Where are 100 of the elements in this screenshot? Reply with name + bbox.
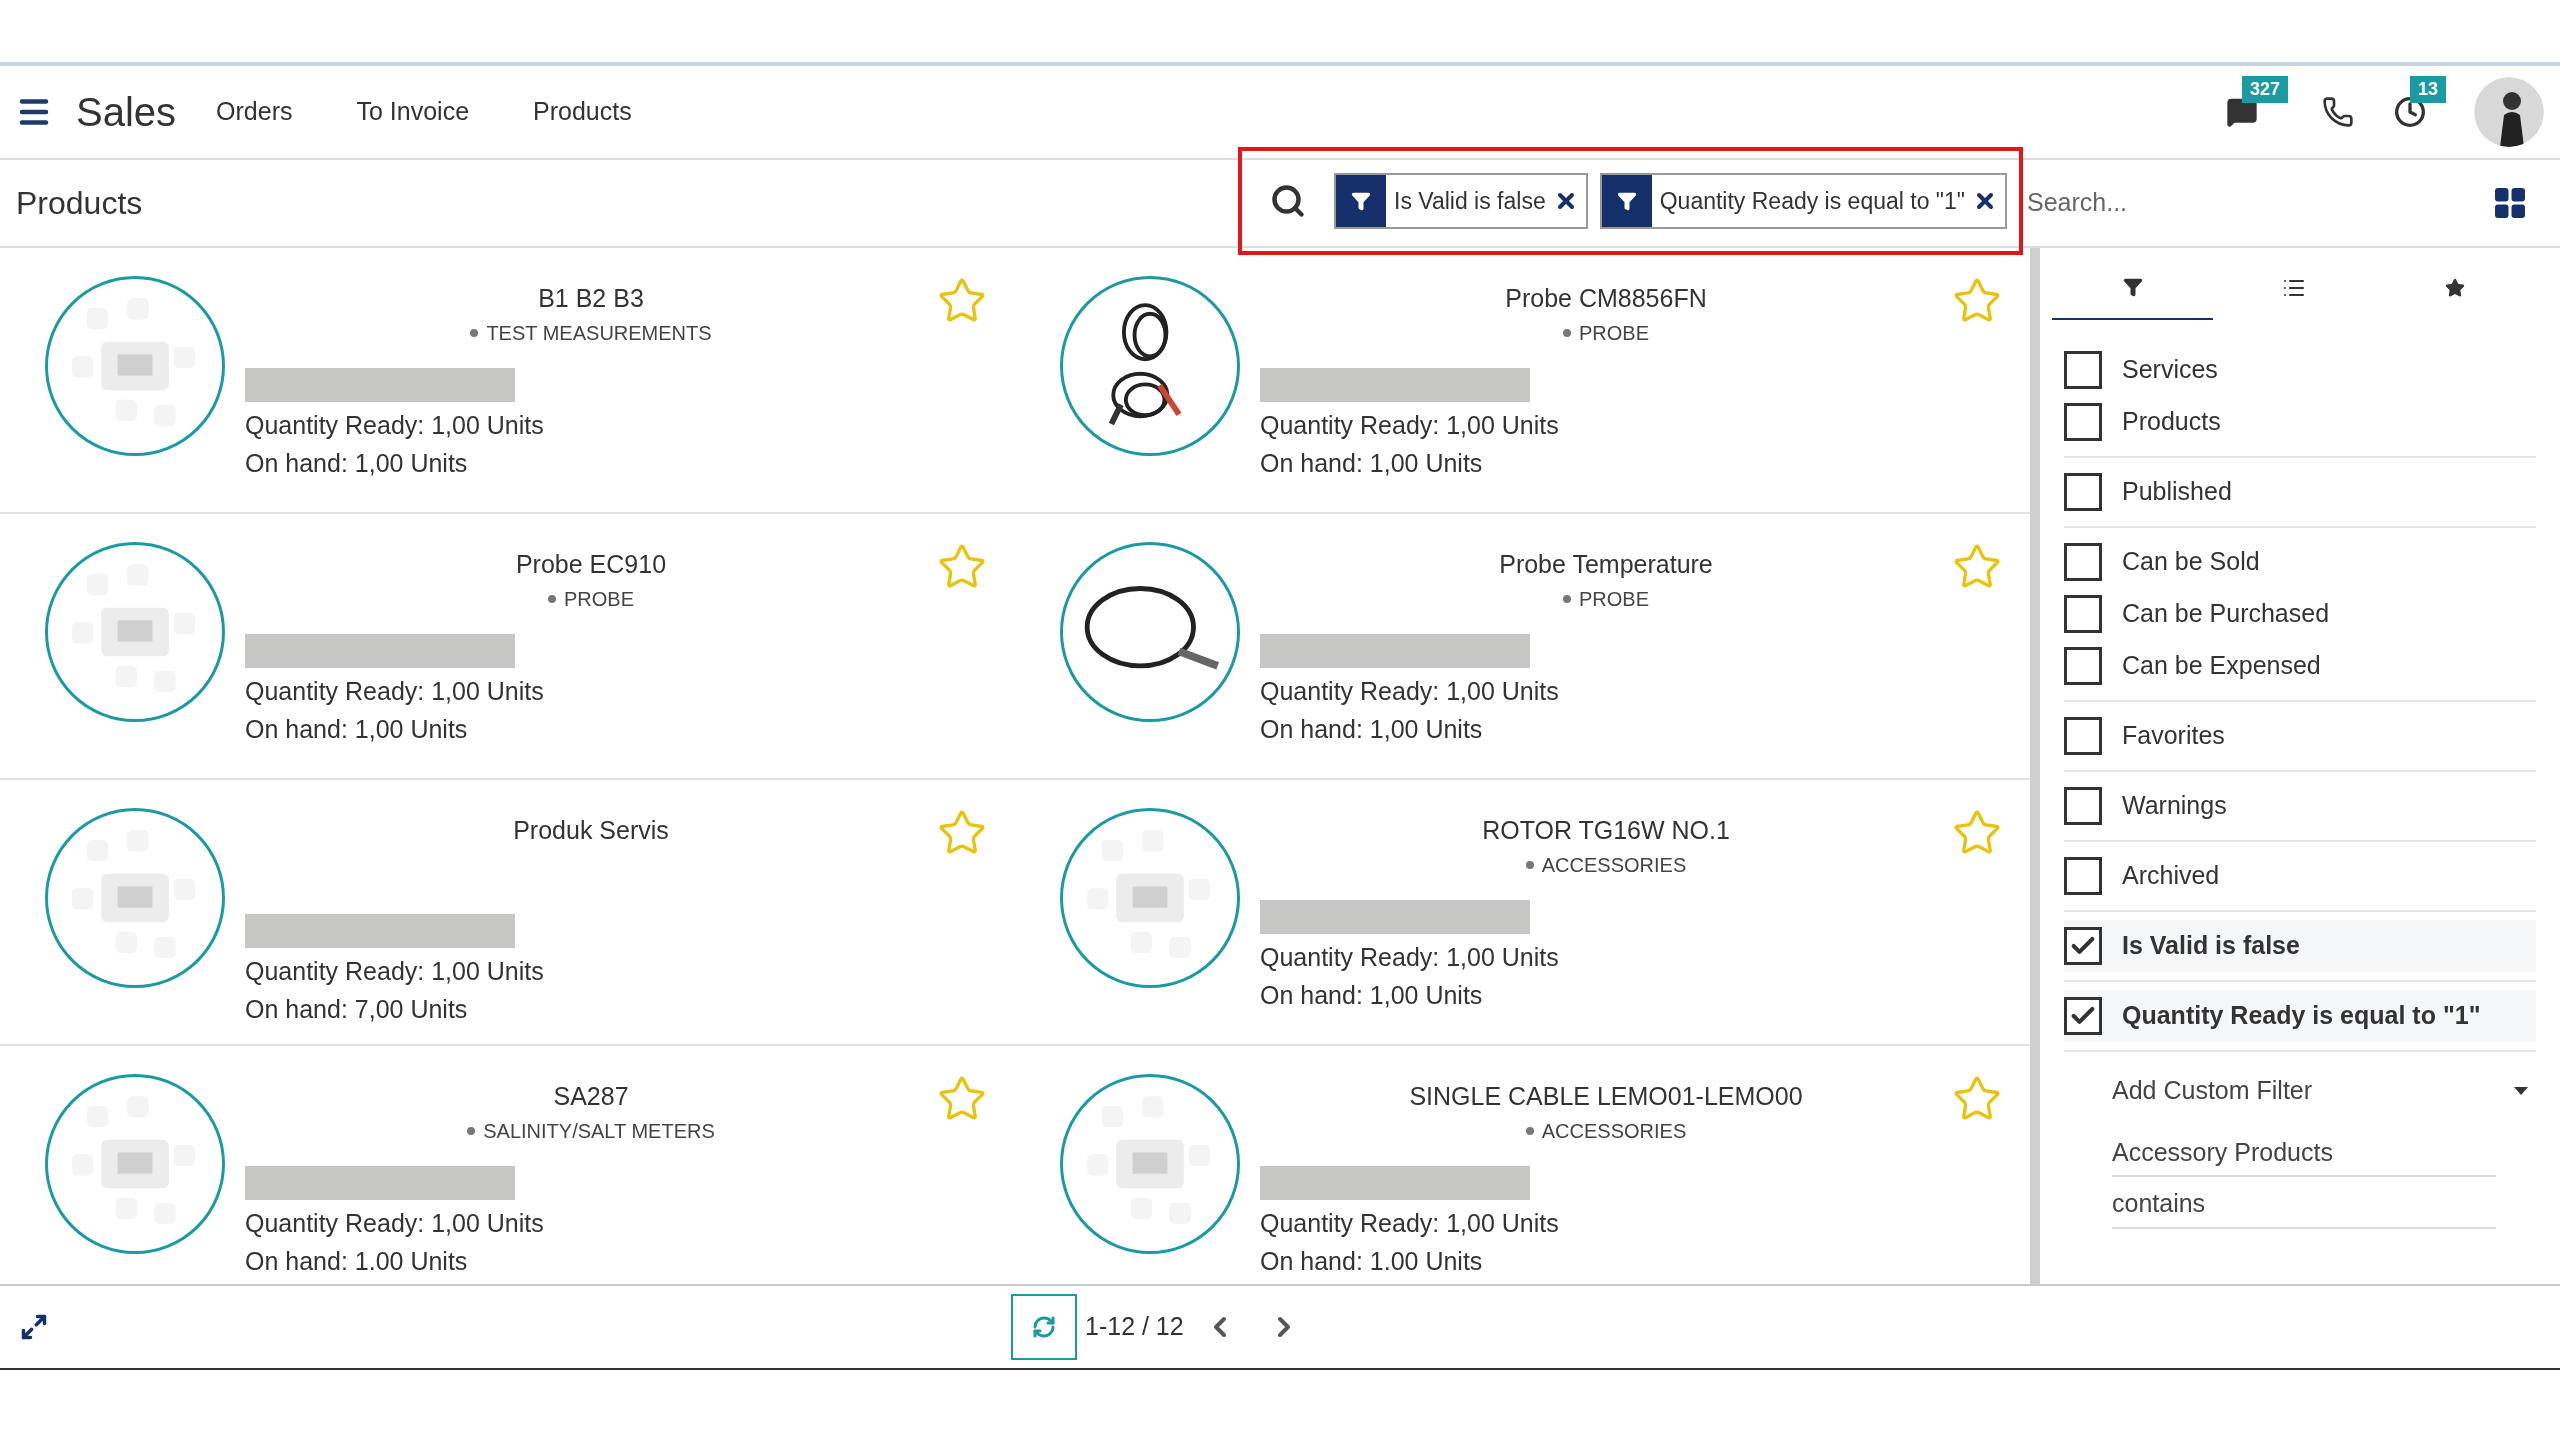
product-category: ACCESSORIES <box>1525 1115 1687 1146</box>
phone-icon[interactable] <box>2322 96 2354 128</box>
expand-icon[interactable] <box>20 1313 48 1341</box>
facet-label: Quantity Ready is equal to "1" <box>1658 186 1966 216</box>
product-category: TEST MEASUREMENTS <box>470 317 712 348</box>
checkbox[interactable] <box>2064 997 2102 1035</box>
product-card[interactable]: SINGLE CABLE LEMO01-LEMO00 ACCESSORIES Quantity Ready: 1,00 Units On hand: 1.00 Units <box>1015 1046 2030 1284</box>
filter-option[interactable]: Products <box>2064 396 2536 448</box>
on-hand: On hand: 1,00 Units <box>1260 713 1484 745</box>
product-name: SINGLE CABLE LEMO01-LEMO00 <box>1409 1081 1803 1112</box>
chat-icon[interactable] <box>2226 96 2258 128</box>
refresh-icon <box>1032 1315 1056 1339</box>
checkbox[interactable] <box>2064 857 2102 895</box>
checkbox[interactable] <box>2064 927 2102 965</box>
filter-facet[interactable]: Quantity Ready is equal to "1" <box>1599 173 2007 229</box>
product-card[interactable]: Probe Temperature PROBE Quantity Ready: 1,00 Units On hand: 1,00 Units <box>1015 514 2030 780</box>
on-hand: On hand: 7,00 Units <box>245 994 469 1025</box>
product-name: ROTOR TG16W NO.1 <box>1482 815 1730 846</box>
filter-icon <box>2122 277 2143 297</box>
quantity-ready: Quantity Ready: 1,00 Units <box>1260 675 1560 707</box>
app-name: Sales <box>76 89 177 136</box>
nav-menu-link[interactable]: Products <box>533 93 632 131</box>
filter-option-label: Archived <box>2122 860 2220 892</box>
filter-option-label: Services <box>2122 354 2218 386</box>
search-icon[interactable] <box>1270 183 1306 219</box>
search-field[interactable]: Search... <box>2027 184 2492 222</box>
filter-option-label: Can be Purchased <box>2122 598 2330 630</box>
caret-icon[interactable] <box>2514 1086 2528 1095</box>
product-card[interactable]: ROTOR TG16W NO.1 ACCESSORIES Quantity Ready: 1,00 Units On hand: 1,00 Units <box>1015 780 2030 1046</box>
checkbox[interactable] <box>2064 595 2102 633</box>
product-category: ACCESSORIES <box>1525 849 1687 880</box>
checkbox[interactable] <box>2064 717 2102 755</box>
star-icon <box>2445 278 2466 298</box>
quantity-ready: Quantity Ready: 1,00 Units <box>1260 941 1560 973</box>
checkbox[interactable] <box>2064 787 2102 825</box>
filter-option[interactable]: Favorites <box>2064 710 2536 762</box>
product-name: SA287 <box>553 1081 629 1112</box>
product-category: PROBE <box>1563 317 1649 348</box>
filter-option[interactable]: Quantity Ready is equal to "1" <box>2064 990 2536 1042</box>
product-category: PROBE <box>1563 583 1649 614</box>
nav-menu-link[interactable]: To Invoice <box>356 93 470 131</box>
custom-filter-field[interactable]: Accessory Products <box>2112 1133 2496 1177</box>
product-name: Produk Servis <box>513 815 669 846</box>
quantity-ready: Quantity Ready: 1,00 Units <box>245 409 545 441</box>
product-card[interactable]: Produk Servis Quantity Ready: 1,00 Units On hand: 7,00 Units <box>0 780 1015 1046</box>
product-card[interactable]: B1 B2 B3 TEST MEASUREMENTS Quantity Ready: 1,00 Units On hand: 1,00 Units <box>0 248 1015 514</box>
quantity-ready: Quantity Ready: 1,00 Units <box>1260 1207 1560 1239</box>
refresh-button[interactable] <box>1011 1294 1077 1360</box>
message-count-badge: 327 <box>2242 76 2289 103</box>
filter-option-label: Products <box>2122 406 2221 438</box>
filter-option-label: Is Valid is false <box>2122 930 2300 962</box>
filter-option[interactable]: Warnings <box>2064 780 2536 832</box>
filter-option-label: Favorites <box>2122 720 2225 752</box>
product-category: SALINITY/SALT METERS <box>467 1115 715 1146</box>
filter-facet[interactable]: Is Valid is false <box>1334 173 1588 229</box>
facet-label: Is Valid is false <box>1393 186 1547 216</box>
on-hand: On hand: 1,00 Units <box>1260 447 1484 479</box>
on-hand: On hand: 1,00 Units <box>245 447 469 479</box>
checkbox[interactable] <box>2064 543 2102 581</box>
clock-icon[interactable] <box>2394 96 2426 128</box>
product-category: PROBE <box>548 583 634 614</box>
checkbox[interactable] <box>2064 403 2102 441</box>
product-name: Probe Temperature <box>1499 549 1713 580</box>
on-hand: On hand: 1,00 Units <box>1260 979 1484 1011</box>
on-hand: On hand: 1.00 Units <box>245 1245 469 1277</box>
filter-option[interactable]: Published <box>2064 466 2536 518</box>
avatar[interactable] <box>2474 77 2544 147</box>
on-hand: On hand: 1.00 Units <box>1260 1245 1484 1277</box>
filter-option[interactable]: Can be Purchased <box>2064 588 2536 640</box>
quantity-ready: Quantity Ready: 1,00 Units <box>245 675 545 707</box>
checkbox[interactable] <box>2064 351 2102 389</box>
product-name: B1 B2 B3 <box>538 283 644 314</box>
product-card[interactable]: Probe CM8856FN PROBE Quantity Ready: 1,00 Units On hand: 1,00 Units <box>1015 248 2030 514</box>
kanban-view-icon[interactable] <box>2492 185 2528 221</box>
nav-menu-link[interactable]: Orders <box>216 93 293 131</box>
filter-option[interactable]: Services <box>2064 344 2536 396</box>
product-name: Probe EC910 <box>515 549 667 580</box>
filter-option-label: Quantity Ready is equal to "1" <box>2122 1000 2481 1032</box>
quantity-ready: Quantity Ready: 1,00 Units <box>1260 409 1560 441</box>
custom-filter-operator[interactable]: contains <box>2112 1185 2496 1229</box>
filter-option[interactable]: Is Valid is false <box>2064 920 2536 972</box>
quantity-ready: Quantity Ready: 1,00 Units <box>245 956 545 987</box>
filter-icon <box>1351 191 1371 211</box>
page-title: Products <box>16 184 144 223</box>
filter-option-label: Published <box>2122 476 2232 508</box>
filter-option-label: Can be Sold <box>2122 546 2260 578</box>
filter-option[interactable]: Can be Sold <box>2064 536 2536 588</box>
activity-count-badge: 13 <box>2410 76 2447 103</box>
product-card[interactable]: SA287 SALINITY/SALT METERS Quantity Ready: 1,00 Units On hand: 1.00 Units <box>0 1046 1015 1284</box>
pager-range: 1-12 / 12 <box>1085 1311 1184 1343</box>
checkbox[interactable] <box>2064 647 2102 685</box>
checkbox[interactable] <box>2064 473 2102 511</box>
filter-option[interactable]: Can be Expensed <box>2064 640 2536 692</box>
filter-option[interactable]: Archived <box>2064 850 2536 902</box>
product-name: Probe CM8856FN <box>1505 283 1707 314</box>
quantity-ready: Quantity Ready: 1,00 Units <box>245 1207 545 1239</box>
product-card[interactable]: Probe EC910 PROBE Quantity Ready: 1,00 Units On hand: 1,00 Units <box>0 514 1015 780</box>
add-custom-filter[interactable]: Add Custom Filter <box>2112 1072 2514 1110</box>
filter-option-label: Warnings <box>2122 790 2227 822</box>
on-hand: On hand: 1,00 Units <box>245 713 469 745</box>
